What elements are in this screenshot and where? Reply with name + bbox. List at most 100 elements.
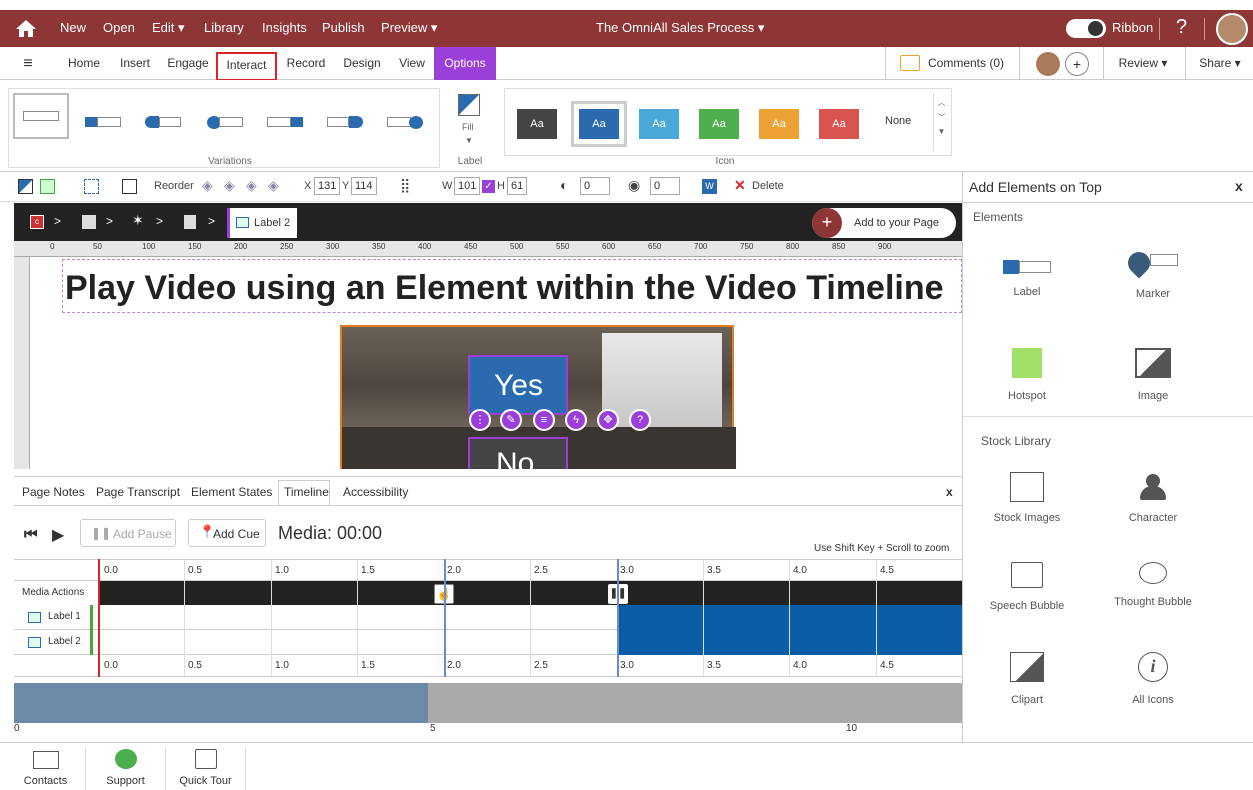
icon-swatch-green[interactable]: Aa <box>699 109 739 139</box>
action-lightning-icon[interactable]: ϟ <box>565 409 587 431</box>
icon-swatch-blue[interactable]: Aa <box>579 109 619 139</box>
icon-swatch-light-blue[interactable]: Aa <box>639 109 679 139</box>
play-icon[interactable]: ▶ <box>52 525 64 545</box>
tab-element-states[interactable]: Element States <box>191 485 272 499</box>
icon-swatch-none[interactable]: None <box>885 115 911 127</box>
rotation-input[interactable]: 0 <box>650 177 680 195</box>
send-to-back-icon[interactable]: ◈ <box>268 177 279 194</box>
edit-pencil-icon[interactable]: ✎ <box>500 409 522 431</box>
more-options-icon[interactable]: ⋮ <box>469 409 491 431</box>
swatch-scroller[interactable]: ︿ ﹀ ▼ <box>933 93 949 151</box>
label-1-timeline-bar[interactable] <box>618 605 962 630</box>
stock-images[interactable]: Stock Images <box>967 472 1087 524</box>
fill-button[interactable]: Fill ▼ <box>446 88 494 156</box>
heading-element[interactable]: Play Video using an Element within the V… <box>62 259 962 313</box>
variation-circle-right[interactable] <box>381 105 431 139</box>
move-icon[interactable]: ✥ <box>597 409 619 431</box>
help-icon[interactable]: ? <box>1176 16 1187 39</box>
tab-options[interactable]: Options <box>434 47 496 80</box>
icon-swatch-red[interactable]: Aa <box>819 109 859 139</box>
scroll-down-icon[interactable]: ﹀ <box>934 112 949 123</box>
edit-properties-icon[interactable] <box>122 179 137 194</box>
tab-accessibility[interactable]: Accessibility <box>343 485 408 499</box>
stock-speech-bubble[interactable]: Speech Bubble <box>967 562 1087 612</box>
review-menu[interactable]: Review ▾ <box>1108 47 1178 80</box>
tab-view[interactable]: View <box>392 47 432 80</box>
yes-label-element[interactable]: Yes <box>468 355 568 415</box>
opacity-input[interactable]: 0 <box>580 177 610 195</box>
fill-color-icon[interactable] <box>18 179 33 194</box>
stock-all-icons[interactable]: i All Icons <box>1093 652 1213 706</box>
element-marker[interactable]: Marker <box>1093 247 1213 300</box>
delete-button[interactable]: Delete <box>752 180 784 192</box>
menu-open[interactable]: Open <box>103 20 135 35</box>
tab-design[interactable]: Design <box>338 47 386 80</box>
variation-square-left[interactable] <box>79 105 129 139</box>
tab-page-transcript[interactable]: Page Transcript <box>96 485 180 499</box>
send-backward-icon[interactable]: ◈ <box>246 177 257 194</box>
add-cue-button[interactable]: 📍 Add Cue <box>188 519 266 547</box>
icon-swatch-orange[interactable]: Aa <box>759 109 799 139</box>
tab-interact[interactable]: Interact <box>216 52 277 81</box>
menu-publish[interactable]: Publish <box>322 20 365 35</box>
add-pause-button[interactable]: ❚❚ Add Pause <box>80 519 176 547</box>
user-avatar[interactable] <box>1216 13 1248 45</box>
timeline-viewport[interactable] <box>14 683 428 723</box>
stock-clipart[interactable]: Clipart <box>967 652 1087 706</box>
variation-pill-right[interactable] <box>321 105 371 139</box>
menu-insights[interactable]: Insights <box>262 20 307 35</box>
tab-timeline[interactable]: Timeline <box>284 485 329 499</box>
bring-to-front-icon[interactable]: ◈ <box>202 177 213 194</box>
group-icon[interactable]: ✶ <box>132 212 144 229</box>
variation-square-right[interactable] <box>261 105 311 139</box>
bring-forward-icon[interactable]: ◈ <box>224 177 235 194</box>
grid-icon[interactable]: ⣿ <box>400 177 410 194</box>
x-input[interactable]: 131 <box>314 177 341 195</box>
scroll-up-icon[interactable]: ︿ <box>934 97 949 108</box>
footer-contacts[interactable]: Contacts <box>6 747 86 790</box>
expand-icon[interactable]: ▼ <box>934 127 949 136</box>
home-icon[interactable] <box>14 18 38 38</box>
close-panel-icon[interactable]: x <box>1235 178 1243 194</box>
word-export-icon[interactable]: W <box>702 179 717 194</box>
menu-library[interactable]: Library <box>204 20 244 35</box>
menu-edit[interactable]: Edit ▾ <box>152 20 185 36</box>
footer-quick-tour[interactable]: Quick Tour <box>166 747 246 790</box>
element-image[interactable]: Image <box>1093 348 1213 402</box>
breadcrumb-current[interactable]: Label 2 <box>227 208 297 238</box>
timeline-overview[interactable] <box>14 683 962 723</box>
tab-engage[interactable]: Engage <box>164 47 212 80</box>
element-hotspot[interactable]: Hotspot <box>967 348 1087 402</box>
page-icon[interactable]: c <box>30 215 44 229</box>
add-to-page-button[interactable]: + Add to your Page <box>812 208 956 238</box>
stock-thought-bubble[interactable]: Thought Bubble <box>1093 562 1213 608</box>
skip-back-icon[interactable]: ⏮ <box>24 526 38 543</box>
tab-insert[interactable]: Insert <box>112 47 158 80</box>
image-fill-icon[interactable] <box>40 179 55 194</box>
tab-page-notes[interactable]: Page Notes <box>22 485 85 499</box>
ribbon-toggle[interactable] <box>1066 19 1106 38</box>
element-label[interactable]: Label <box>967 260 1087 298</box>
menu-new[interactable]: New <box>60 20 86 35</box>
lock-ratio-checkbox[interactable]: ✓ <box>482 180 495 193</box>
no-label-element[interactable]: No <box>468 437 568 469</box>
tab-home[interactable]: Home <box>60 47 108 80</box>
project-title[interactable]: The OmniAll Sales Process ▾ <box>596 20 764 36</box>
width-input[interactable]: 101 <box>454 177 481 195</box>
share-menu[interactable]: Share ▾ <box>1190 47 1250 80</box>
layer-icon[interactable] <box>82 215 96 229</box>
border-icon[interactable] <box>84 179 99 194</box>
variation-circle-left[interactable] <box>201 105 251 139</box>
delete-icon[interactable]: ✕ <box>734 177 746 194</box>
comments-button[interactable]: Comments (0) <box>924 47 1008 80</box>
footer-support[interactable]: Support <box>86 747 166 790</box>
label-2-timeline-bar[interactable] <box>618 630 962 655</box>
menu-preview[interactable]: Preview ▾ <box>381 20 437 36</box>
variation-plain[interactable] <box>13 93 69 139</box>
tab-record[interactable]: Record <box>282 47 330 80</box>
playhead-start[interactable] <box>98 559 100 677</box>
video-icon[interactable] <box>184 215 196 229</box>
close-panel-button[interactable]: x <box>946 485 953 499</box>
settings-sliders-icon[interactable]: ≡ <box>533 409 555 431</box>
page-canvas[interactable]: Play Video using an Element within the V… <box>30 257 962 469</box>
